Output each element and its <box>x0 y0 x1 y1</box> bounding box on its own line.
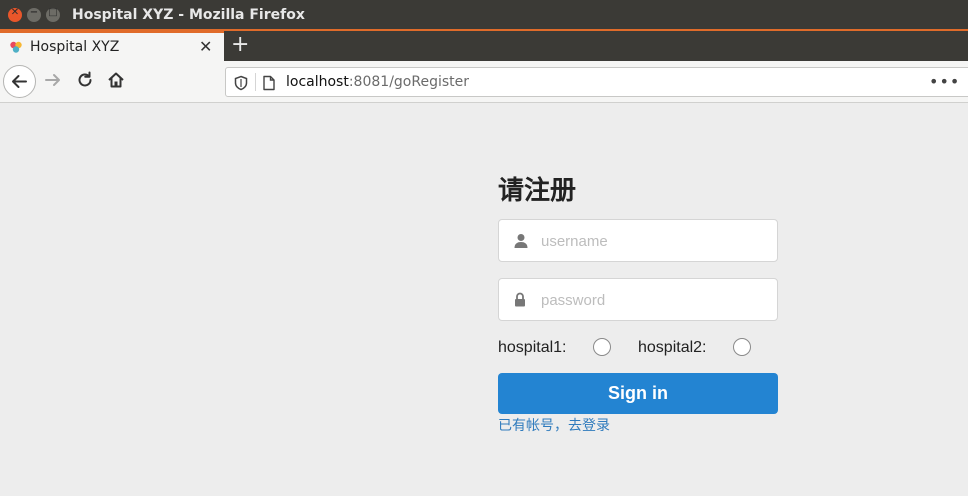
hospital-radio-group: hospital1: hospital2: <box>498 338 798 358</box>
tab-title: Hospital XYZ <box>30 39 120 55</box>
url-bar[interactable]: localhost:8081/goRegister ••• <box>225 67 968 97</box>
hospital2-radio[interactable] <box>733 338 751 356</box>
lock-icon <box>515 292 525 307</box>
forward-arrow-icon[interactable] <box>42 69 64 91</box>
back-button[interactable] <box>3 65 36 98</box>
register-heading: 请注册 <box>498 176 577 206</box>
hospital1-label: hospital1: <box>498 339 567 356</box>
hospital2-label: hospital2: <box>638 339 707 356</box>
go-login-link[interactable]: 已有帐号，去登录 <box>498 415 610 435</box>
tab-bar: Hospital XYZ ✕ + <box>0 31 968 61</box>
shield-icon[interactable] <box>234 75 248 91</box>
username-input[interactable] <box>541 228 766 254</box>
password-field[interactable] <box>498 278 778 321</box>
close-icon: ✕ <box>10 7 20 18</box>
reload-icon[interactable] <box>74 69 96 91</box>
window-close-button[interactable]: ✕ <box>8 7 22 22</box>
tab-hospital-xyz[interactable]: Hospital XYZ ✕ <box>0 31 224 61</box>
sign-in-button[interactable]: Sign in <box>498 373 778 414</box>
favicon-icon <box>10 41 22 53</box>
new-tab-button[interactable]: + <box>231 32 249 57</box>
url-path: :8081/goRegister <box>348 74 469 90</box>
page-info-icon[interactable] <box>262 75 276 91</box>
back-arrow-icon <box>12 75 27 88</box>
maximize-icon: □ <box>48 7 58 18</box>
window-minimize-button[interactable]: − <box>27 7 41 22</box>
password-input[interactable] <box>541 287 766 313</box>
window-maximize-button[interactable]: □ <box>46 7 60 22</box>
url-host: localhost <box>286 74 349 90</box>
user-icon <box>514 234 528 248</box>
url-text[interactable]: localhost:8081/goRegister <box>286 74 469 90</box>
minimize-icon: − <box>29 7 39 18</box>
home-icon[interactable] <box>105 69 127 91</box>
window-title: Hospital XYZ - Mozilla Firefox <box>72 7 305 23</box>
hospital1-radio[interactable] <box>593 338 611 356</box>
page-content: 请注册 hospital1: hospital2: Sign in 已有帐号，去… <box>0 104 968 496</box>
username-field[interactable] <box>498 219 778 262</box>
url-separator <box>255 73 256 91</box>
navigation-bar: localhost:8081/goRegister ••• <box>0 61 968 103</box>
page-actions-icon[interactable]: ••• <box>929 72 960 91</box>
window-titlebar: ✕ − □ Hospital XYZ - Mozilla Firefox <box>0 0 968 31</box>
tab-close-icon[interactable]: ✕ <box>199 37 212 56</box>
